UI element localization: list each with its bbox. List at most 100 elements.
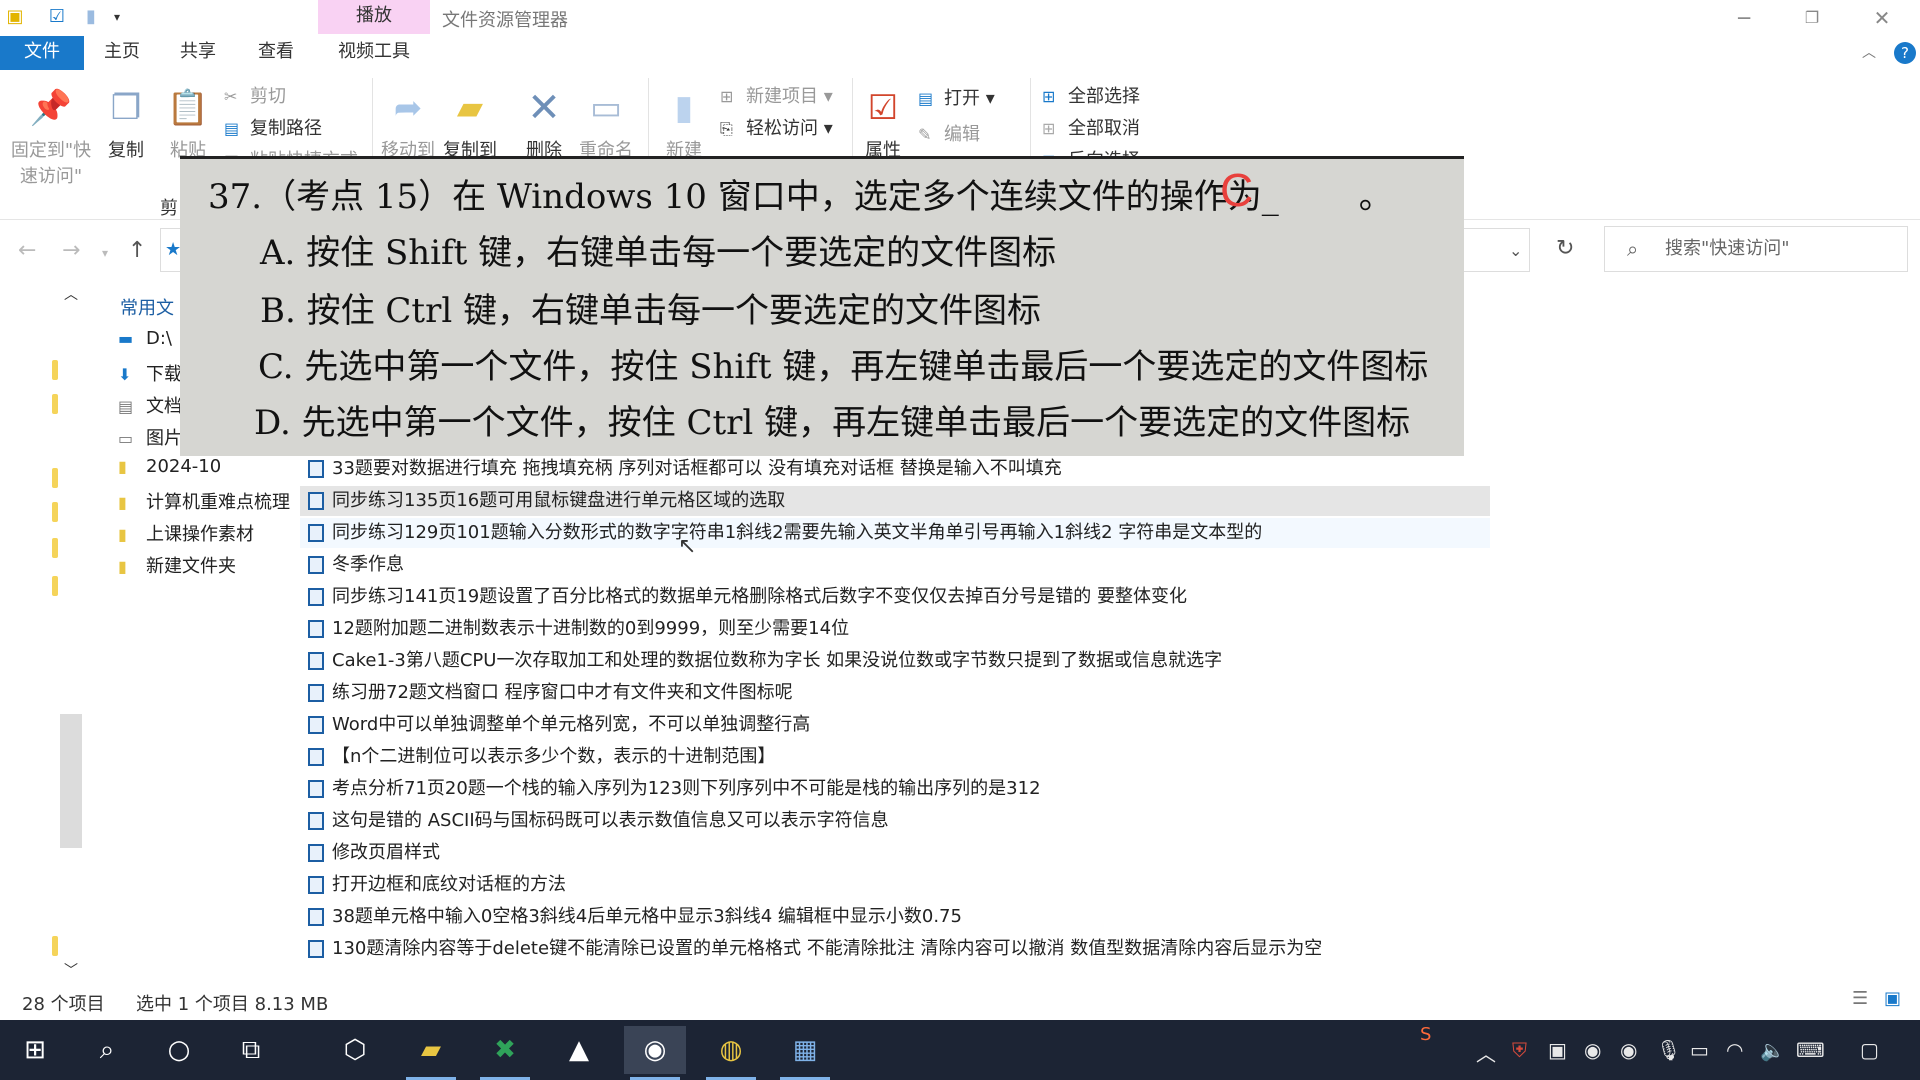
list-item[interactable]: Cake1-3第八题CPU一次存取加工和处理的数据位数称为字长 如果没说位数或字… [300, 646, 1490, 676]
edit-icon: ✎ [918, 125, 932, 144]
window-title: 文件资源管理器 [442, 10, 568, 31]
cut-button[interactable]: ✂ 剪切 [224, 82, 286, 108]
details-view-icon[interactable]: ☰ [1852, 988, 1868, 1009]
sidebar-item-folder[interactable]: ▮ 新建文件夹 [118, 552, 236, 578]
list-item[interactable]: 130题清除内容等于delete键不能清除已设置的单元格格式 不能清除批注 清除… [300, 934, 1490, 964]
close-icon[interactable]: ✕ [1862, 4, 1902, 32]
qq-penguin-icon[interactable]: ◉ [624, 1026, 686, 1080]
list-item[interactable]: 冬季作息 [300, 550, 1490, 580]
pin-marker [52, 502, 58, 522]
minimize-icon[interactable]: ─ [1724, 4, 1764, 32]
address-dropdown-icon[interactable]: ⌄ [1509, 241, 1522, 260]
list-item[interactable]: 这句是错的 ASCII码与国标码既可以表示数值信息又可以表示字符信息 [300, 806, 1490, 836]
sidebar-item-d-drive[interactable]: ▬ D:\ [118, 328, 172, 349]
list-item[interactable]: 修改页眉样式 [300, 838, 1490, 868]
show-hidden-icons-icon[interactable]: ︿ [1476, 1038, 1496, 1067]
new-folder-icon[interactable]: ▮ [80, 6, 102, 28]
context-tab-play[interactable]: 播放 [318, 0, 430, 34]
properties-button[interactable]: ☑ 属性 [858, 86, 908, 162]
list-item[interactable]: 同步练习135页16题可用鼠标键盘进行单元格区域的选取 [300, 486, 1490, 516]
keyboard-icon[interactable]: ⌨ [1796, 1038, 1825, 1062]
pin-marker [52, 936, 58, 956]
sidebar-item-documents[interactable]: ▤ 文档 [118, 392, 182, 418]
select-all-button[interactable]: ⊞ 全部选择 [1042, 82, 1140, 108]
control-panel-icon[interactable]: ▦ [774, 1026, 836, 1080]
pin-quick-access-button[interactable]: 📌 固定到"快 速访问" [8, 86, 94, 188]
large-icons-view-icon[interactable]: ▣ [1884, 988, 1901, 1009]
list-item[interactable]: 打开边框和底纹对话框的方法 [300, 870, 1490, 900]
tab-view[interactable]: 查看 [246, 36, 306, 70]
paste-button[interactable]: 📋 粘贴 [162, 86, 214, 162]
copy-to-button[interactable]: ▰ 复制到 [442, 86, 498, 162]
delete-button[interactable]: ✕ 删除 [516, 86, 572, 162]
tray-app-icon[interactable]: ◉ [1620, 1038, 1637, 1062]
recent-locations-icon[interactable]: ▾ [102, 246, 108, 260]
forward-arrow-icon[interactable]: → [62, 238, 80, 263]
list-item[interactable]: 练习册72题文档窗口 程序窗口中才有文件夹和文件图标呢 [300, 678, 1490, 708]
search-icon[interactable]: ⌕ [76, 1026, 138, 1074]
sidebar-item-quick-access[interactable]: 常用文 [120, 294, 174, 320]
excel-icon[interactable]: ✖ [474, 1026, 536, 1080]
action-center-icon[interactable]: ▢ [1860, 1038, 1879, 1062]
new-item-icon: ⊞ [720, 87, 734, 106]
list-item[interactable]: 【n个二进制位可以表示多少个数，表示的十进制范围】 [300, 742, 1490, 772]
move-to-button[interactable]: ➦ 移动到 [380, 86, 436, 162]
list-item[interactable]: 同步练习129页101题输入分数形式的数字字符串1斜线2需要先输入英文半角单引号… [300, 518, 1490, 548]
edit-button[interactable]: ✎ 编辑 [918, 120, 980, 146]
open-button[interactable]: ▤ 打开 ▾ [918, 84, 995, 110]
help-icon[interactable]: ? [1894, 42, 1916, 64]
new-item-button[interactable]: ⊞ 新建项目 ▾ [720, 82, 833, 108]
battery-icon[interactable]: ▭ [1690, 1038, 1709, 1062]
security-shield-icon[interactable]: ⛨ [1512, 1038, 1527, 1062]
sidebar-item-folder[interactable]: ▮ 2024-10 [118, 456, 221, 477]
new-folder-button[interactable]: ▮ 新建 [656, 86, 712, 162]
properties-check-icon[interactable]: ☑ [46, 6, 68, 28]
video-file-icon [308, 652, 324, 670]
list-item[interactable]: 33题要对数据进行填充 拖拽填充柄 序列对话框都可以 没有填充对话框 替换是输入… [300, 454, 1490, 484]
list-item[interactable]: 考点分析71页20题一个栈的输入序列为123则下列序列中不可能是栈的输出序列的是… [300, 774, 1490, 804]
sogou-ime-icon[interactable]: S [1420, 1024, 1431, 1045]
tab-home[interactable]: 主页 [92, 36, 152, 70]
tab-share[interactable]: 共享 [168, 36, 228, 70]
list-item[interactable]: 38题单元格中输入0空格3斜线4后单元格中显示3斜线4 编辑框中显示小数0.75 [300, 902, 1490, 932]
refresh-icon[interactable]: ↻ [1556, 236, 1574, 261]
tab-file[interactable]: 文件 [0, 36, 84, 70]
list-item[interactable]: 同步练习141页19题设置了百分比格式的数据单元格删除格式后数字不变仅仅去掉百分… [300, 582, 1490, 612]
sidebar-item-pictures[interactable]: ▭ 图片 [118, 424, 182, 450]
tray-app-icon[interactable]: ▣ [1548, 1038, 1567, 1062]
sidebar-item-folder[interactable]: ▮ 计算机重难点梳理 [118, 488, 290, 514]
restore-icon[interactable]: ❐ [1792, 4, 1832, 32]
copy-path-button[interactable]: ▤ 复制路径 [224, 114, 322, 140]
select-none-button[interactable]: ⊞ 全部取消 [1042, 114, 1140, 140]
sidebar-scrollbar-thumb[interactable] [60, 714, 82, 848]
up-arrow-icon[interactable]: ↑ [128, 238, 146, 263]
search-input[interactable]: ⌕ 搜索"快速访问" [1604, 226, 1908, 272]
sidebar-item-downloads[interactable]: ⬇ 下载 [118, 360, 182, 386]
wifi-icon[interactable]: ◠ [1726, 1038, 1743, 1062]
microphone-icon[interactable]: 🎙 [1656, 1038, 1681, 1062]
volume-icon[interactable]: 🔈 [1760, 1038, 1785, 1062]
start-windows-icon[interactable]: ⊞ [4, 1026, 66, 1074]
file-explorer-icon[interactable]: ▰ [400, 1026, 462, 1080]
properties-icon: ☑ [867, 88, 899, 128]
easy-access-button[interactable]: ⎘ 轻松访问 ▾ [720, 114, 833, 140]
qq-tray-icon[interactable]: ◉ [1584, 1038, 1601, 1062]
sidebar-scroll-up-icon[interactable]: ︿ [64, 284, 78, 304]
sidebar-scroll-down-icon[interactable]: ﹀ [64, 960, 78, 980]
sidebar-item-folder[interactable]: ▮ 上课操作素材 [118, 520, 254, 546]
3d-viewer-cube-icon[interactable]: ⬡ [324, 1026, 386, 1074]
list-item[interactable]: Word中可以单独调整单个单元格列宽，不可以单独调整行高 [300, 710, 1490, 740]
chrome-icon[interactable]: ◍ [700, 1026, 762, 1080]
list-item[interactable]: 12题附加题二进制数表示十进制数的0到9999，则至少需要14位 [300, 614, 1490, 644]
collapse-ribbon-icon[interactable]: ︿ [1862, 42, 1876, 62]
back-arrow-icon[interactable]: ← [18, 238, 36, 263]
tab-video-tools[interactable]: 视频工具 [318, 36, 430, 70]
rename-button[interactable]: ▭ 重命名 [576, 86, 636, 162]
task-view-icon[interactable]: ⧉ [220, 1026, 282, 1074]
copy-button[interactable]: ❐ 复制 [100, 86, 152, 162]
cortana-circle-icon[interactable]: ○ [148, 1026, 210, 1074]
paste-icon: 📋 [166, 88, 210, 128]
photos-icon[interactable]: ▲ [548, 1026, 610, 1074]
customize-quick-access-icon[interactable]: ▾ [106, 6, 128, 28]
pin-marker [52, 468, 58, 488]
